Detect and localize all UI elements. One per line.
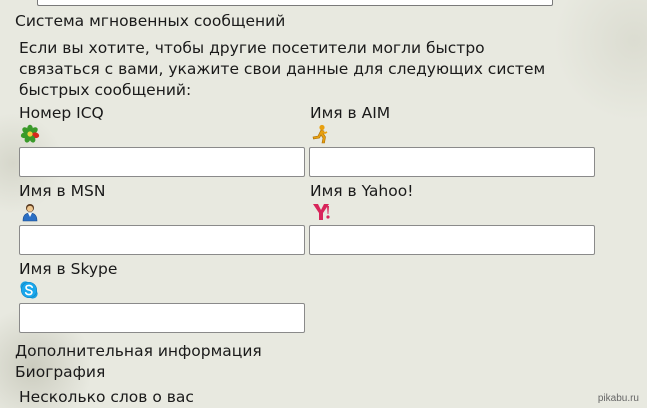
msn-buddy-icon — [22, 204, 38, 222]
intro-line-2: связаться с вами, укажите свои данные дл… — [19, 60, 546, 78]
watermark: pikabu.ru — [597, 393, 639, 404]
skype-input[interactable] — [19, 303, 305, 333]
yahoo-input[interactable] — [309, 225, 595, 255]
aim-input[interactable] — [309, 147, 595, 177]
section-title: Система мгновенных сообщений — [15, 12, 286, 30]
intro-line-1: Если вы хотите, чтобы другие посетители … — [19, 39, 485, 57]
icq-input[interactable] — [19, 147, 305, 177]
skype-label: Имя в Skype — [19, 260, 118, 278]
aim-label: Имя в AIM — [310, 104, 391, 122]
intro-line-3: быстрых сообщений: — [19, 81, 192, 99]
yahoo-y-icon — [313, 204, 330, 220]
yahoo-label: Имя в Yahoo! — [310, 182, 414, 200]
about-prompt-label: Несколько слов о вас — [19, 388, 194, 406]
additional-info-heading: Дополнительная информация — [15, 342, 262, 360]
previous-field-input[interactable] — [37, 0, 553, 6]
icq-flower-icon — [20, 124, 40, 143]
biography-heading: Биография — [15, 363, 106, 381]
skype-icon — [20, 281, 38, 299]
icq-label: Номер ICQ — [19, 104, 104, 122]
aim-running-man-icon — [312, 124, 328, 144]
msn-input[interactable] — [19, 225, 305, 255]
msn-label: Имя в MSN — [19, 182, 106, 200]
